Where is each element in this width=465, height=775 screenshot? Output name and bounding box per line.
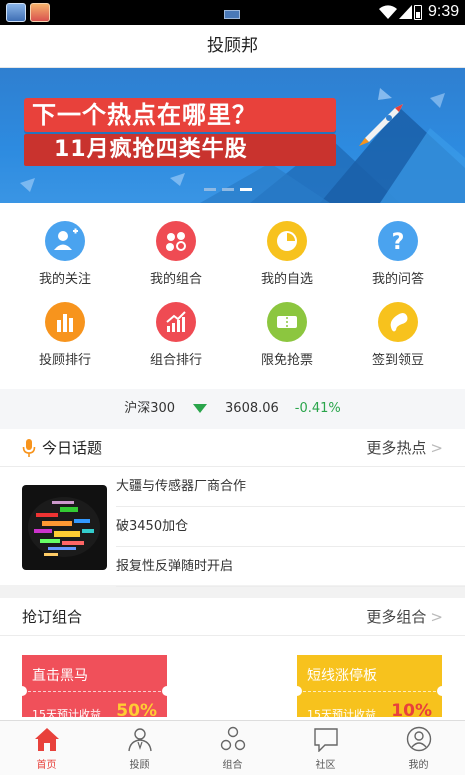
topic-word-cloud-image[interactable] — [22, 485, 107, 570]
nav-label: 投顾 — [129, 760, 150, 771]
bean-icon — [378, 302, 418, 342]
pager-dot[interactable] — [222, 188, 234, 191]
more-hot-topics-link[interactable]: 更多热点 > — [366, 429, 443, 467]
menu-label: 投顾排行 — [38, 353, 91, 368]
topic-item[interactable]: 破3450加仓 — [116, 507, 465, 547]
nav-community[interactable]: 社区 — [279, 721, 372, 775]
expected-return-value: 10% — [391, 701, 432, 721]
bottom-navigation: 首页 投顾 组合 社区 我的 — [0, 720, 465, 775]
menu-item-portfolio-ranking[interactable]: 组合排行 — [118, 302, 234, 368]
notification-icon — [224, 10, 240, 19]
divider — [303, 691, 436, 692]
ticket-notch — [17, 686, 27, 696]
section-header: 抢订组合 更多组合 > — [0, 598, 465, 636]
section-header: 今日话题 更多热点 > — [0, 429, 465, 467]
bar-chart-icon — [45, 302, 85, 342]
topic-item[interactable]: 报复性反弹随时开启 — [116, 547, 465, 587]
question-icon: ? — [378, 221, 418, 261]
nav-label: 我的 — [408, 760, 429, 771]
community-icon — [313, 728, 338, 753]
menu-item-my-qa[interactable]: ? 我的问答 — [340, 221, 456, 287]
more-portfolios-link[interactable]: 更多组合 > — [366, 598, 443, 636]
expected-return-value: 50% — [116, 701, 157, 721]
combination-icon — [220, 726, 245, 751]
ticket-notch — [437, 686, 447, 696]
menu-label: 我的问答 — [371, 272, 424, 287]
more-label: 更多组合 — [366, 608, 427, 626]
nav-profile[interactable]: 我的 — [372, 721, 465, 775]
ticket-notch — [162, 686, 172, 696]
menu-label: 我的自选 — [260, 272, 313, 287]
advisor-icon — [127, 728, 152, 752]
banner-pager — [204, 188, 258, 192]
profile-icon — [406, 726, 431, 752]
nav-label: 组合 — [222, 760, 243, 771]
trend-icon — [156, 302, 196, 342]
market-index-ticker[interactable]: 沪深300 3608.06 -0.41% — [0, 389, 465, 429]
portfolio-card[interactable]: 直击黑马 15天预计收益 50% — [17, 655, 172, 721]
battery-icon — [414, 5, 422, 20]
nav-home[interactable]: 首页 — [0, 721, 93, 775]
status-time: 9:39 — [428, 3, 460, 20]
status-bar: 9:39 — [0, 0, 465, 25]
menu-item-my-portfolio[interactable]: 我的组合 — [118, 221, 234, 287]
feature-menu: 我的关注 我的组合 我的自选 ? 我的问答 投顾排行 组合排行 限免抢票 签到领… — [0, 203, 465, 389]
portfolio-card[interactable]: 短线涨停板 15天预计收益 10% — [292, 655, 447, 721]
combination-icon — [156, 221, 196, 261]
menu-label: 签到领豆 — [371, 353, 424, 368]
ticket-icon — [267, 302, 307, 342]
section-title: 抢订组合 — [22, 608, 83, 626]
index-value: 3608.06 — [225, 401, 279, 416]
portfolio-name: 短线涨停板 — [307, 668, 377, 684]
menu-label: 我的关注 — [38, 272, 91, 287]
chevron-right-icon: > — [430, 608, 443, 626]
banner-headline: 下一个热点在哪里？ — [24, 98, 336, 132]
index-change: -0.41% — [294, 401, 341, 416]
svg-text:?: ? — [392, 230, 405, 255]
wifi-icon — [379, 5, 397, 19]
microphone-icon — [22, 439, 36, 457]
app-notification-icon — [30, 3, 50, 22]
menu-item-checkin-beans[interactable]: 签到领豆 — [340, 302, 456, 368]
topic-item[interactable]: 大疆与传感器厂商合作 — [116, 467, 465, 507]
home-icon — [34, 728, 59, 751]
portfolio-name: 直击黑马 — [32, 668, 88, 684]
ticket-notch — [292, 686, 302, 696]
user-plus-icon — [45, 221, 85, 261]
menu-label: 组合排行 — [149, 353, 202, 368]
pager-dot[interactable] — [204, 188, 216, 191]
promo-banner[interactable]: 下一个热点在哪里？ 11月疯抢四类牛股 — [0, 68, 465, 203]
divider — [28, 691, 161, 692]
menu-item-free-tickets[interactable]: 限免抢票 — [229, 302, 345, 368]
nav-label: 社区 — [315, 760, 336, 771]
page-title: 投顾邦 — [0, 25, 465, 68]
menu-item-my-watchlist[interactable]: 我的自选 — [229, 221, 345, 287]
pager-dot-active[interactable] — [240, 188, 252, 191]
section-title: 今日话题 — [42, 439, 103, 457]
menu-label: 限免抢票 — [260, 353, 313, 368]
banner-subheadline: 11月疯抢四类牛股 — [24, 134, 336, 166]
nav-label: 首页 — [36, 760, 57, 771]
nav-advisor[interactable]: 投顾 — [93, 721, 186, 775]
down-arrow-icon — [193, 404, 208, 413]
signal-icon — [399, 5, 412, 19]
index-name: 沪深300 — [124, 401, 176, 416]
chevron-right-icon: > — [430, 439, 443, 457]
menu-label: 我的组合 — [149, 272, 202, 287]
menu-item-my-follows[interactable]: 我的关注 — [7, 221, 123, 287]
menu-item-advisor-ranking[interactable]: 投顾排行 — [7, 302, 123, 368]
nav-portfolio[interactable]: 组合 — [186, 721, 279, 775]
pie-icon — [267, 221, 307, 261]
more-label: 更多热点 — [366, 439, 427, 457]
rocket-icon — [359, 104, 403, 146]
app-notification-icon — [6, 3, 26, 22]
